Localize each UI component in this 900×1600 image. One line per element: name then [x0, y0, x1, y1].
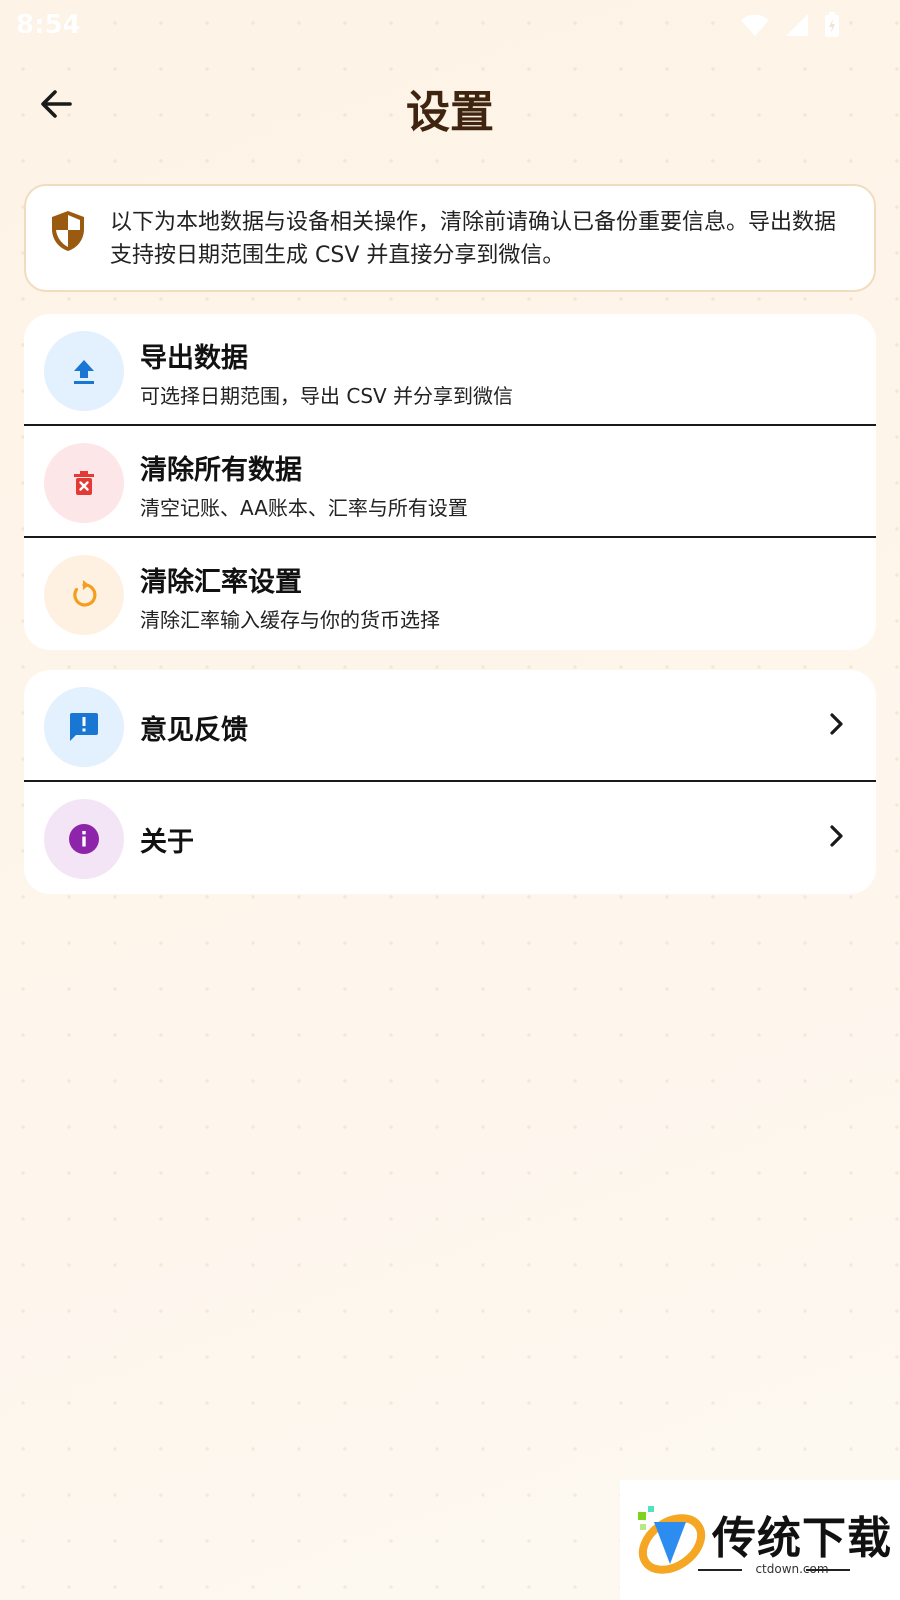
row-title: 导出数据: [140, 343, 248, 374]
status-time: 8:54: [16, 10, 81, 40]
other-items-card: 意见反馈 关于: [24, 670, 876, 894]
watermark: 传统下载 ctdown.com: [620, 1480, 900, 1600]
info-icon-circle: [44, 799, 124, 879]
app-bar: 设置: [0, 60, 900, 150]
feedback-icon-circle: [44, 687, 124, 767]
info-icon: [69, 824, 99, 854]
page-title: 设置: [406, 87, 494, 138]
row-subtitle: 清空记账、AA账本、汇率与所有设置: [140, 496, 468, 520]
delete-icon: [74, 471, 94, 495]
row-title: 清除所有数据: [140, 455, 302, 486]
refresh-icon: [73, 580, 97, 607]
chevron-right-icon: [830, 713, 843, 735]
about-item[interactable]: 关于: [24, 782, 876, 894]
upload-icon: [74, 360, 94, 384]
clear-all-data-item[interactable]: 清除所有数据 清空记账、AA账本、汇率与所有设置: [24, 426, 876, 538]
clear-rate-settings-item[interactable]: 清除汇率设置 清除汇率输入缓存与你的货币选择: [24, 538, 876, 650]
row-title: 关于: [140, 827, 194, 858]
signal-icon: [786, 14, 808, 36]
feedback-icon: [70, 713, 98, 741]
refresh-icon-circle: [44, 555, 124, 635]
wifi-icon: [741, 14, 769, 36]
watermark-brand: 传统下载: [712, 1513, 892, 1564]
clear-icon-circle: [44, 443, 124, 523]
export-icon-circle: [44, 331, 124, 411]
row-subtitle: 可选择日期范围，导出 CSV 并分享到微信: [140, 384, 514, 408]
notice-text: 以下为本地数据与设备相关操作，清除前请确认已备份重要信息。导出数据支持按日期范围…: [110, 210, 837, 268]
battery-icon: [825, 12, 839, 37]
row-subtitle: 清除汇率输入缓存与你的货币选择: [140, 608, 440, 632]
shield-icon: [52, 211, 84, 251]
status-bar: 8:54: [0, 0, 900, 50]
chevron-right-icon: [830, 825, 843, 847]
status-icons: [740, 12, 840, 38]
feedback-item[interactable]: 意见反馈: [24, 670, 876, 782]
data-actions-card: 导出数据 可选择日期范围，导出 CSV 并分享到微信 清除所有数据 清空记账、A…: [24, 314, 876, 650]
export-data-item[interactable]: 导出数据 可选择日期范围，导出 CSV 并分享到微信: [24, 314, 876, 426]
row-title: 清除汇率设置: [140, 567, 302, 598]
row-title: 意见反馈: [140, 715, 248, 746]
watermark-line-right: [806, 1569, 850, 1571]
notice-card: 以下为本地数据与设备相关操作，清除前请确认已备份重要信息。导出数据支持按日期范围…: [24, 184, 876, 292]
